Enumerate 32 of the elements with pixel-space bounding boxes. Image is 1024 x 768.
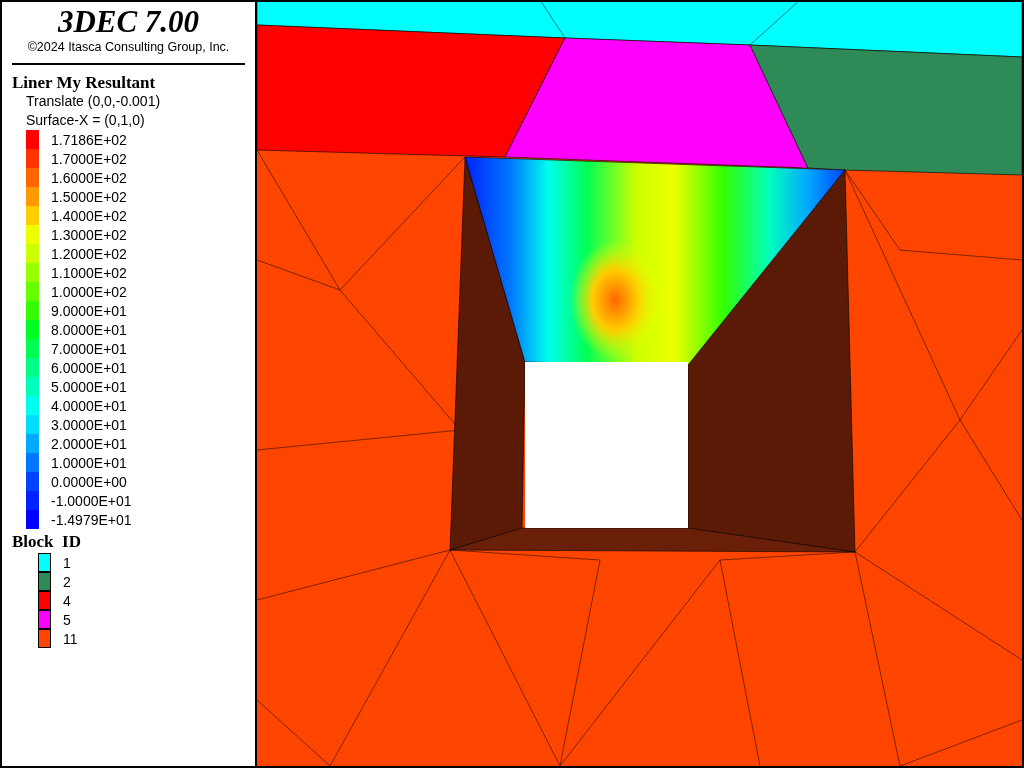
contour-level-label: 4.0000E+01: [51, 397, 127, 414]
contour-level-label: 1.5000E+02: [51, 188, 127, 205]
contour-level-label: 1.4000E+02: [51, 207, 127, 224]
contour-level-label: 1.3000E+02: [51, 226, 127, 243]
block-id-label: 5: [63, 611, 71, 628]
block-id-label: 11: [63, 630, 78, 647]
contour-level-label: 7.0000E+01: [51, 340, 127, 357]
contour-level-label: 9.0000E+01: [51, 302, 127, 319]
app-title: 3DEC 7.00: [56, 6, 201, 38]
contour-level-label: -1.0000E+01: [51, 492, 132, 509]
block-id-label: 1: [63, 554, 71, 571]
contour-legend-title: Liner My Resultant: [12, 73, 157, 92]
contour-level-label: 5.0000E+01: [51, 378, 127, 395]
contour-level-label: 0.0000E+00: [51, 473, 127, 490]
contour-level-label: 1.0000E+02: [51, 283, 127, 300]
block-id-label: 2: [63, 573, 71, 590]
contour-level-label: 1.6000E+02: [51, 169, 127, 186]
contour-level-label: 1.2000E+02: [51, 245, 127, 262]
block-id-label: 4: [63, 592, 71, 609]
contour-level-label: 1.1000E+02: [51, 264, 127, 281]
contour-level-label: 6.0000E+01: [51, 359, 127, 376]
contour-level-label: 3.0000E+01: [51, 416, 127, 433]
contour-level-label: 1.0000E+01: [51, 454, 127, 471]
contour-level-label: 2.0000E+01: [51, 435, 127, 452]
contour-level-label: 1.7186E+02: [51, 131, 127, 148]
contour-level-label: 8.0000E+01: [51, 321, 127, 338]
legend-note: Surface-X = (0,1,0): [25, 111, 146, 130]
block-legend-title: Block ID: [12, 532, 82, 551]
contour-level-label: 1.7000E+02: [51, 150, 127, 167]
legend-note: Translate (0,0,-0.001): [25, 92, 162, 111]
contour-level-label: -1.4979E+01: [51, 511, 132, 528]
copyright-text: ©2024 Itasca Consulting Group, Inc.: [26, 40, 231, 54]
